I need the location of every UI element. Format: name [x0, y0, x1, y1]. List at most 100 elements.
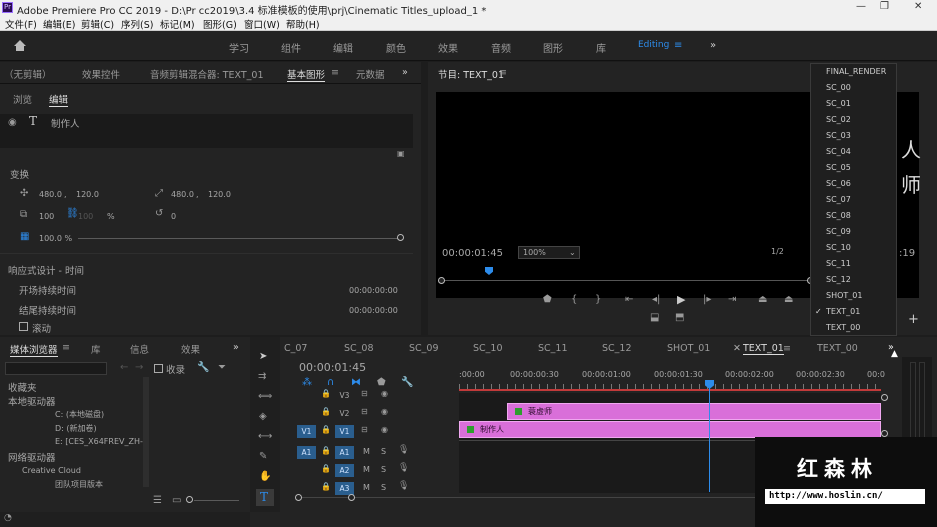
- solo-button[interactable]: S: [381, 447, 386, 456]
- track-scroll-knob[interactable]: [881, 430, 888, 437]
- step-back-icon[interactable]: ◂|: [652, 294, 660, 305]
- filter-icon[interactable]: ⏷: [218, 362, 226, 373]
- dropdown-item[interactable]: SC_02: [826, 115, 851, 124]
- workspace-editing-active[interactable]: Editing: [638, 40, 669, 50]
- sync-lock-icon[interactable]: ⊟: [361, 389, 368, 398]
- minimize-icon[interactable]: —: [856, 1, 866, 12]
- razor-tool-icon[interactable]: ◈: [259, 411, 267, 422]
- extract-icon[interactable]: ⏏: [784, 294, 793, 305]
- dropdown-item[interactable]: SC_04: [826, 147, 851, 156]
- anchor-y[interactable]: 120.0: [208, 190, 231, 199]
- dropdown-item[interactable]: TEXT_00: [826, 323, 860, 332]
- dropdown-item[interactable]: SC_11: [826, 259, 851, 268]
- subtab-edit[interactable]: 编辑: [49, 92, 69, 107]
- sync-lock-icon[interactable]: ⊟: [361, 407, 368, 416]
- media-filter-select[interactable]: [5, 362, 107, 375]
- media-browser-menu-icon[interactable]: ≡: [62, 342, 70, 353]
- menu-marker[interactable]: 标记(M): [160, 17, 195, 31]
- lock-icon[interactable]: 🔒: [321, 482, 331, 491]
- insert-icon[interactable]: ⬓: [650, 312, 659, 323]
- track-label-v1[interactable]: V1: [335, 425, 354, 438]
- track-label-v2[interactable]: V2: [335, 407, 354, 420]
- workspace-learning[interactable]: 学习: [229, 40, 249, 55]
- tree-item[interactable]: 本地驱动器: [8, 394, 56, 408]
- tab-effect-controls[interactable]: 效果控件: [82, 67, 120, 81]
- workspace-libraries[interactable]: 库: [596, 40, 606, 55]
- program-scrubber[interactable]: [442, 280, 810, 281]
- tab-media-browser[interactable]: 媒体浏览器: [10, 342, 58, 357]
- video-frame[interactable]: [436, 92, 816, 298]
- tree-item[interactable]: C: (本地磁盘): [55, 409, 104, 420]
- zoom-select[interactable]: 100% ⌄: [518, 246, 580, 259]
- eye-icon[interactable]: ◉: [8, 117, 17, 128]
- menu-help[interactable]: 帮助(H): [286, 17, 320, 31]
- intro-duration-value[interactable]: 00:00:00:00: [349, 286, 398, 295]
- track-scroll-knob[interactable]: [881, 394, 888, 401]
- work-area-bar[interactable]: [459, 389, 881, 391]
- source-a1[interactable]: A1: [297, 446, 316, 459]
- dropdown-item[interactable]: SC_09: [826, 227, 851, 236]
- opacity-slider-handle[interactable]: [397, 234, 404, 241]
- microphone-icon[interactable]: 🎙: [398, 481, 409, 491]
- dropdown-item[interactable]: FINAL_RENDER: [826, 67, 886, 76]
- timeline-tab[interactable]: SC_09: [409, 343, 439, 354]
- tab-no-clip[interactable]: （无剪辑）: [4, 67, 52, 81]
- program-timecode[interactable]: 00:00:01:45: [442, 248, 503, 259]
- media-overflow-icon[interactable]: »: [233, 342, 239, 353]
- media-scrollbar[interactable]: [143, 377, 149, 487]
- menu-window[interactable]: 窗口(W): [244, 17, 280, 31]
- workspace-graphics[interactable]: 图形: [543, 40, 563, 55]
- play-icon[interactable]: ▶: [677, 293, 685, 306]
- ingest-checkbox[interactable]: [154, 364, 163, 373]
- mute-button[interactable]: M: [363, 465, 370, 474]
- position-x[interactable]: 480.0: [39, 190, 62, 199]
- opacity-value[interactable]: 100.0 %: [39, 234, 72, 243]
- panel-overflow-icon[interactable]: »: [402, 67, 408, 78]
- menu-sequence[interactable]: 序列(S): [121, 17, 153, 31]
- timeline-tab[interactable]: C_07: [284, 343, 307, 354]
- timeline-timecode[interactable]: 00:00:01:45: [299, 361, 366, 374]
- track-select-tool-icon[interactable]: ⇉: [258, 371, 266, 382]
- track-label-a1[interactable]: A1: [335, 446, 354, 459]
- panel-menu-icon[interactable]: ≡: [331, 67, 339, 78]
- close-icon[interactable]: ✕: [914, 1, 922, 12]
- timeline-playhead[interactable]: [709, 382, 710, 492]
- list-view-icon[interactable]: ☰: [153, 495, 162, 506]
- opacity-slider[interactable]: [78, 238, 398, 239]
- lock-icon[interactable]: 🔒: [321, 407, 331, 416]
- roll-checkbox[interactable]: [19, 322, 28, 331]
- dropdown-item[interactable]: SC_00: [826, 83, 851, 92]
- overwrite-icon[interactable]: ⬒: [675, 312, 684, 323]
- media-zoom-slider[interactable]: [194, 500, 239, 501]
- dropdown-item[interactable]: SC_06: [826, 179, 851, 188]
- tab-audio-clip-mixer[interactable]: 音频剪辑混合器: TEXT_01: [150, 67, 264, 81]
- close-tab-icon[interactable]: ✕: [733, 343, 741, 354]
- lock-icon[interactable]: 🔒: [321, 464, 331, 473]
- hand-tool-icon[interactable]: ✋: [259, 471, 271, 482]
- new-layer-icon[interactable]: ▣: [397, 149, 405, 158]
- mark-in-icon[interactable]: {: [571, 294, 577, 305]
- tree-item[interactable]: 收藏夹: [8, 380, 37, 394]
- dropdown-item[interactable]: SC_10: [826, 243, 851, 252]
- go-to-out-icon[interactable]: ⇥: [728, 294, 736, 305]
- track-label-a2[interactable]: A2: [335, 464, 354, 477]
- dropdown-item[interactable]: SC_05: [826, 163, 851, 172]
- mute-button[interactable]: M: [363, 483, 370, 492]
- tab-essential-graphics[interactable]: 基本图形: [287, 67, 326, 82]
- workspace-menu-icon[interactable]: ≡: [674, 40, 682, 51]
- mute-button[interactable]: M: [363, 447, 370, 456]
- dropdown-item[interactable]: SC_08: [826, 211, 851, 220]
- dropdown-item[interactable]: SHOT_01: [826, 291, 862, 300]
- workspace-color[interactable]: 颜色: [386, 40, 406, 55]
- subtab-browse[interactable]: 浏览: [13, 92, 32, 106]
- workspace-audio[interactable]: 音频: [491, 40, 511, 55]
- tab-effects[interactable]: 效果: [181, 342, 200, 356]
- dropdown-item[interactable]: SC_07: [826, 195, 851, 204]
- add-marker-icon[interactable]: ⬟: [543, 294, 552, 305]
- scale-value[interactable]: 100: [39, 212, 54, 221]
- add-button-icon[interactable]: +: [908, 312, 919, 327]
- microphone-icon[interactable]: 🎙: [398, 445, 409, 455]
- quality-select[interactable]: 1/2: [769, 246, 809, 259]
- program-monitor-title[interactable]: 节目: TEXT_01: [438, 67, 504, 81]
- tree-item[interactable]: 团队项目版本: [55, 479, 103, 490]
